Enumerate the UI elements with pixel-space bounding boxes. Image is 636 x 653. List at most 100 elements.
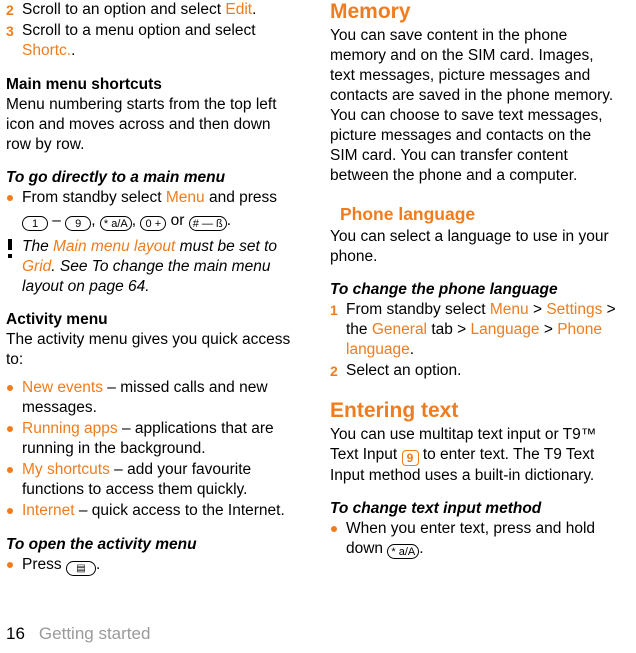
right-column: Memory You can save content in the phone… <box>330 0 622 560</box>
paragraph-main-menu-shortcuts: Menu numbering starts from the top left … <box>6 96 277 153</box>
step-text-period: . <box>71 42 76 59</box>
list-item: 2 Select an option. <box>330 361 622 381</box>
step-sep-3: tab > <box>427 321 471 338</box>
bullet-icon <box>6 501 22 521</box>
bullet-text: Press ▤. <box>22 555 298 576</box>
step-text-plain: Scroll to an option and select <box>22 1 226 18</box>
note-block: The Main menu layout must be set to Grid… <box>6 237 298 297</box>
list-item: 3 Scroll to a menu option and select Sho… <box>6 21 298 61</box>
ui-reference-edit: Edit <box>225 1 253 18</box>
heading-memory: Memory <box>330 0 411 23</box>
bullet-icon <box>6 188 22 208</box>
ui-reference-shortc: Shortc. <box>22 42 72 59</box>
step-text: Select an option. <box>346 362 462 379</box>
step-text-plain: From standby select <box>346 301 490 318</box>
key-sep-comma-2: , <box>131 212 141 229</box>
note-text-mid: must be set to <box>175 238 278 255</box>
exclamation-icon <box>6 237 22 281</box>
ui-reference-internet: Internet <box>22 502 75 519</box>
key-hash-icon: # — ß <box>188 216 227 231</box>
step-text: Scroll to an option and select Edit. <box>22 0 298 20</box>
bullet-text: When you enter text, press and hold down… <box>346 519 622 559</box>
activity-items-list: New events – missed calls and new messag… <box>6 378 298 521</box>
ui-reference-main-menu-layout: Main menu layout <box>53 238 176 255</box>
step-sep-1: > <box>528 301 547 318</box>
note-text-post: . See To change the main menu layout on … <box>22 258 271 295</box>
key-sep-or: or <box>166 212 189 229</box>
step-text: Scroll to a menu option and select Short… <box>22 21 298 61</box>
heading-main-menu-shortcuts: Main menu shortcuts <box>6 76 162 93</box>
step-number: 2 <box>6 2 14 18</box>
page-footer: 16 Getting started <box>6 623 150 645</box>
key-0-icon: 0 + <box>140 216 167 231</box>
list-item: Internet – quick access to the Internet. <box>6 501 298 521</box>
bullet-icon <box>330 519 346 539</box>
paragraph-activity-menu: The activity menu gives you quick access… <box>6 331 291 368</box>
step-number: 1 <box>330 302 338 318</box>
list-item: Press ▤. <box>6 555 298 576</box>
list-item: When you enter text, press and hold down… <box>330 519 622 559</box>
change-input-post: . <box>419 540 424 557</box>
paragraph-entering-text: You can use multitap text input or T9™ T… <box>330 425 622 486</box>
heading-go-directly-to-main-menu: To go directly to a main menu <box>6 169 226 186</box>
step-text-period: . <box>252 1 257 18</box>
ui-reference-settings: Settings <box>546 301 603 318</box>
paragraph-phone-language: You can select a language to use in your… <box>330 228 609 265</box>
bullet-text: Internet – quick access to the Internet. <box>22 501 298 521</box>
bullet-text: From standby select Menu and press 1 – 9… <box>22 188 298 231</box>
ui-reference-my-shortcuts: My shortcuts <box>22 461 110 478</box>
note-text: The Main menu layout must be set to Grid… <box>22 237 298 297</box>
ui-reference-menu: Menu <box>489 301 529 318</box>
bullet-text-body: – quick access to the Internet. <box>74 502 285 519</box>
bullet-icon <box>6 378 22 398</box>
paragraph-memory: You can save content in the phone memory… <box>330 27 614 184</box>
left-column: 2 Scroll to an option and select Edit. 3… <box>6 0 298 577</box>
list-item: 2 Scroll to an option and select Edit. <box>6 0 298 20</box>
key-star-icon: * a/A <box>99 216 132 231</box>
list-item: New events – missed calls and new messag… <box>6 378 298 418</box>
heading-activity-menu: Activity menu <box>6 311 108 328</box>
change-input-pre: When you enter text, press and hold down <box>346 520 596 557</box>
list-item: From standby select Menu and press 1 – 9… <box>6 188 298 231</box>
key-star-icon: * a/A <box>387 544 420 559</box>
bullet-icon <box>6 555 22 575</box>
heading-change-phone-language: To change the phone language <box>330 281 558 298</box>
list-item: 1 From standby select Menu > Settings > … <box>330 300 622 360</box>
page-number: 16 <box>6 624 25 643</box>
key-1-icon: 1 <box>22 216 48 231</box>
step-sep-4: > <box>539 321 558 338</box>
bullet-text: My shortcuts – add your favourite functi… <box>22 460 298 500</box>
ui-reference-running-apps: Running apps <box>22 420 118 437</box>
key-sep-period: . <box>226 212 232 229</box>
ui-reference-new-events: New events <box>22 379 103 396</box>
bullet-text: Running apps – applications that are run… <box>22 419 298 459</box>
t9-icon: 9 <box>401 450 419 466</box>
chapter-title: Getting started <box>38 624 151 643</box>
press-period: . <box>95 556 101 573</box>
note-text-pre: The <box>22 238 54 255</box>
bullet-text-post: and press <box>204 189 278 206</box>
ui-reference-language: Language <box>470 321 540 338</box>
ui-reference-grid: Grid <box>22 258 52 275</box>
manual-page: 2 Scroll to an option and select Edit. 3… <box>0 0 636 653</box>
bullet-text: New events – missed calls and new messag… <box>22 378 298 418</box>
heading-open-activity-menu: To open the activity menu <box>6 536 197 553</box>
step-number: 2 <box>330 363 338 379</box>
heading-phone-language: Phone language <box>340 204 476 224</box>
heading-change-text-input-method: To change text input method <box>330 500 542 517</box>
key-activity-menu-icon: ▤ <box>65 561 96 576</box>
step-text-plain: Scroll to a menu option and select <box>22 22 256 39</box>
step-number: 3 <box>6 23 14 39</box>
list-item: Running apps – applications that are run… <box>6 419 298 459</box>
key-sep-comma-1: , <box>91 212 100 229</box>
heading-entering-text: Entering text <box>330 399 459 422</box>
list-item: My shortcuts – add your favourite functi… <box>6 460 298 500</box>
key-9-icon: 9 <box>65 216 92 231</box>
step-sep-5: . <box>409 341 415 358</box>
step-text: From standby select Menu > Settings > th… <box>346 300 622 360</box>
key-sep-dash: – <box>48 212 66 229</box>
bullet-icon <box>6 419 22 439</box>
ui-reference-general: General <box>371 321 428 338</box>
bullet-text-pre: From standby select <box>22 189 166 206</box>
ui-reference-menu: Menu <box>165 189 205 206</box>
